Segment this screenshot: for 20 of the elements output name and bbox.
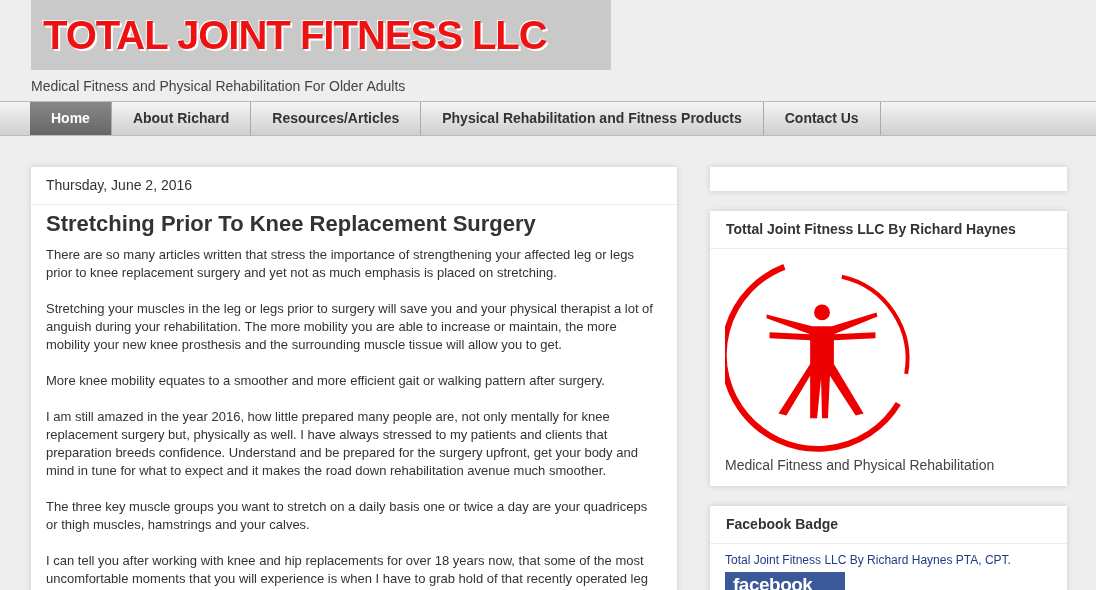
post-paragraph: More knee mobility equates to a smoother and more efficient gait or walking pattern after surgery.	[46, 372, 606, 391]
logo-text: TOTAL JOINT FITNESS LLC	[43, 15, 547, 55]
nav-tab[interactable]: Physical Rehabilitation and Fitness Products	[421, 102, 764, 135]
post-paragraph: I am still amazed in the year 2016, how little prepared many people are, not only mentally for knee replacement surgery but, physically as well. I have always stressed to my patients and clients that preparation breeds confidence. Understand and be prepared for the surgery upfront, get your body and mind in tune for what to expect and it makes the road down rehabilitation avenue much smoother.	[46, 408, 639, 481]
nav-tab[interactable]: About Richard	[111, 102, 252, 135]
facebook-badge[interactable]: facebook	[725, 571, 845, 590]
post-paragraph: I can tell you after working with knee and hip replacements for over 18 years now, that some of the most uncomfortable moments that you will experience is when I have to grab hold of that recently operated leg	[46, 552, 649, 589]
nav-tab[interactable]: Contact Us	[763, 102, 881, 135]
widget-title: Tottal Joint Fitness LLC By Richard Haynes	[710, 211, 1067, 249]
profile-link[interactable]: Total Joint Fitness LLC By Richard Haynes PTA, CPT.	[725, 551, 1011, 569]
post-date: Thursday, June 2, 2016	[31, 167, 677, 205]
widget-title: Facebook Badge	[710, 506, 1067, 544]
nav-tab[interactable]: Resources/Articles	[251, 102, 422, 135]
nav-tab[interactable]: Home	[30, 102, 112, 135]
post-paragraph: Stretching your muscles in the leg or legs prior to surgery will save you and your physical therapist a lot of anguish during your rehabilitation. The more mobility you are able to increase or maintain, the more mobility your new knee prosthesis and the surrounding muscle tissue will allow you to get.	[46, 300, 654, 355]
post-title: Stretching Prior To Knee Replacement Surgery	[46, 211, 537, 238]
post-paragraph: There are so many articles written that stress the importance of strengthening your affected leg or legs prior to knee replacement surgery and yet not as much emphasis is placed on stretching.	[46, 246, 635, 283]
post-paragraph: The three key muscle groups you want to stretch on a daily basis one or twice a day are your quadriceps or thigh muscles, hamstrings and your calves.	[46, 498, 649, 535]
site-description: Medical Fitness and Physical Rehabilitation For Older Adults	[31, 77, 407, 96]
widget-caption: Medical Fitness and Physical Rehabilitation	[725, 456, 996, 475]
